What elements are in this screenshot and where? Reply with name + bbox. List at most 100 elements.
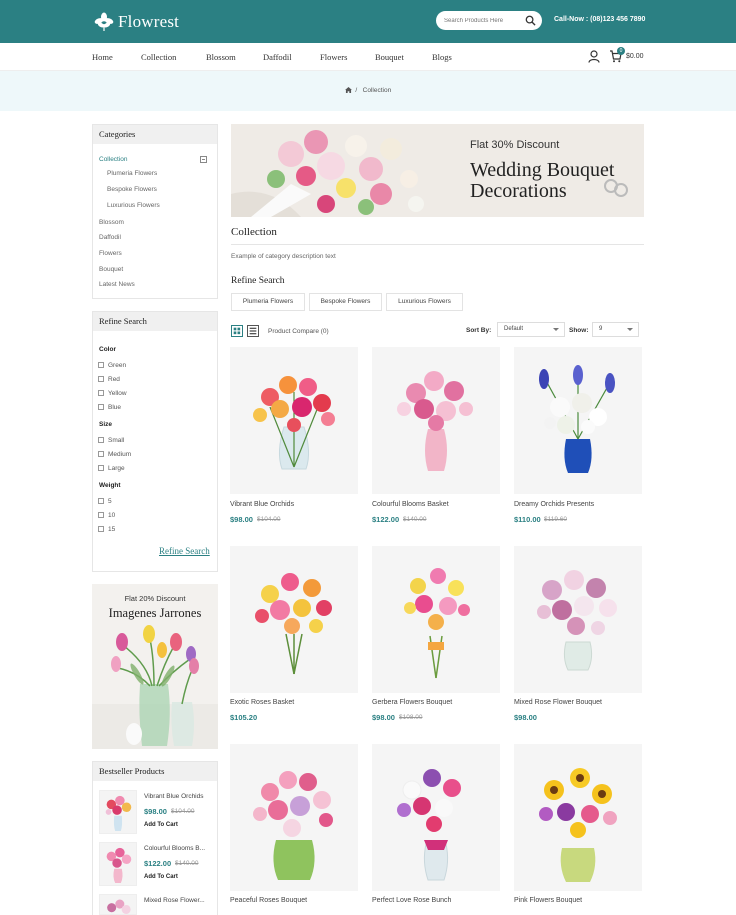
color-label: Color <box>99 346 116 353</box>
filter-weight-10[interactable]: 10 <box>98 512 115 519</box>
bestseller-thumb[interactable] <box>99 894 137 915</box>
checkbox[interactable] <box>98 512 104 518</box>
home-icon[interactable] <box>344 87 352 93</box>
product-name[interactable]: Exotic Roses Basket <box>230 699 294 706</box>
product-image[interactable] <box>372 546 500 693</box>
product-image[interactable] <box>372 347 500 494</box>
nav-flowers[interactable]: Flowers <box>320 52 347 62</box>
filter-medium[interactable]: Medium <box>98 451 131 458</box>
checkbox[interactable] <box>98 526 104 532</box>
category-luxurious[interactable]: Luxurious Flowers <box>107 202 160 209</box>
filter-red[interactable]: Red <box>98 376 120 383</box>
logo[interactable]: Flowrest <box>93 11 179 33</box>
search-icon[interactable] <box>525 15 536 26</box>
checkbox[interactable] <box>98 437 104 443</box>
filter-label: 15 <box>108 526 116 533</box>
breadcrumb-current[interactable]: Collection <box>363 87 392 94</box>
bestseller-thumb[interactable] <box>99 842 137 886</box>
product-image[interactable] <box>514 546 642 693</box>
checkbox[interactable] <box>98 376 104 382</box>
show-value: 9 <box>599 326 603 332</box>
product-image[interactable] <box>230 546 358 693</box>
category-daffodil[interactable]: Daffodil <box>99 234 121 241</box>
breadcrumb: / Collection <box>0 87 736 94</box>
category-flowers[interactable]: Flowers <box>99 250 122 257</box>
category-description: Example of category description text <box>231 253 336 260</box>
product-image[interactable] <box>230 347 358 494</box>
show-select[interactable]: 9 <box>592 322 639 337</box>
product-name[interactable]: Pink Flowers Bouquet <box>514 897 582 904</box>
product-name[interactable]: Colourful Blooms Basket <box>372 501 449 508</box>
banner-title: Wedding Bouquet Decorations <box>470 160 614 202</box>
product-name[interactable]: Mixed Rose Flower Bouquet <box>514 699 602 706</box>
collapse-icon[interactable] <box>200 156 207 163</box>
refine-search-link[interactable]: Refine Search <box>159 546 210 556</box>
filter-green[interactable]: Green <box>98 362 126 369</box>
category-blossom[interactable]: Blossom <box>99 219 124 226</box>
product-price: $98.00 <box>514 713 537 722</box>
page-title: Collection <box>231 226 277 238</box>
product-image[interactable] <box>514 347 642 494</box>
bestseller-name[interactable]: Colourful Blooms B... <box>144 845 216 852</box>
refine-plumeria-button[interactable]: Plumeria Flowers <box>231 293 305 311</box>
product-name[interactable]: Gerbera Flowers Bouquet <box>372 699 452 706</box>
cart-total[interactable]: $0.00 <box>626 53 644 60</box>
add-to-cart-button[interactable]: Add To Cart <box>144 874 178 880</box>
filter-label: 10 <box>108 512 116 519</box>
filter-yellow[interactable]: Yellow <box>98 390 127 397</box>
show-label: Show: <box>569 327 589 334</box>
product-image[interactable] <box>372 744 500 891</box>
product-image[interactable] <box>230 744 358 891</box>
category-banner[interactable]: Flat 30% Discount Wedding Bouquet Decora… <box>231 124 644 217</box>
refine-luxurious-button[interactable]: Luxurious Flowers <box>386 293 463 311</box>
nav-blossom[interactable]: Blossom <box>206 52 236 62</box>
filter-weight-15[interactable]: 15 <box>98 526 115 533</box>
category-plumeria[interactable]: Plumeria Flowers <box>107 170 157 177</box>
checkbox[interactable] <box>98 451 104 457</box>
product-name[interactable]: Peaceful Roses Bouquet <box>230 897 307 904</box>
search-input[interactable] <box>444 14 524 27</box>
filter-large[interactable]: Large <box>98 465 125 472</box>
product-name[interactable]: Vibrant Blue Orchids <box>230 501 294 508</box>
breadcrumb-bar: / Collection <box>0 71 736 111</box>
user-icon[interactable] <box>588 50 600 63</box>
categories-title: Categories <box>93 125 217 144</box>
banner-title-line: Wedding Bouquet <box>470 159 615 181</box>
checkbox[interactable] <box>98 404 104 410</box>
checkbox[interactable] <box>98 390 104 396</box>
bestseller-name[interactable]: Mixed Rose Flower... <box>144 897 216 904</box>
filter-weight-5[interactable]: 5 <box>98 498 112 505</box>
nav-home[interactable]: Home <box>92 52 113 62</box>
nav-collection[interactable]: Collection <box>141 52 176 62</box>
add-to-cart-button[interactable]: Add To Cart <box>144 822 178 828</box>
filter-small[interactable]: Small <box>98 437 124 444</box>
bouquet-image <box>106 847 132 883</box>
checkbox[interactable] <box>98 465 104 471</box>
category-bespoke[interactable]: Bespoke Flowers <box>107 186 157 193</box>
bouquet-image <box>397 371 473 471</box>
category-collection[interactable]: Collection <box>99 156 128 163</box>
refine-bespoke-button[interactable]: Bespoke Flowers <box>309 293 382 311</box>
grid-view-icon[interactable] <box>231 325 243 337</box>
product-price: $105.20 <box>230 713 258 722</box>
promo-banner[interactable]: Flat 20% Discount Imagenes Jarrones <box>92 584 218 749</box>
call-now-text: Call-Now : (08)123 456 7890 <box>554 16 646 23</box>
product-name[interactable]: Perfect Love Rose Bunch <box>372 897 451 904</box>
bestseller-name[interactable]: Vibrant Blue Orchids <box>144 793 216 800</box>
nav-bouquet[interactable]: Bouquet <box>375 52 404 62</box>
nav-daffodil[interactable]: Daffodil <box>263 52 292 62</box>
filter-blue[interactable]: Blue <box>98 404 121 411</box>
product-compare-link[interactable]: Product Compare (0) <box>268 328 329 335</box>
product-image[interactable] <box>514 744 642 891</box>
category-bouquet[interactable]: Bouquet <box>99 266 123 273</box>
sort-select[interactable]: Default <box>497 322 565 337</box>
bouquet-image <box>107 899 131 914</box>
product-name[interactable]: Dreamy Orchids Presents <box>514 501 594 508</box>
list-view-icon[interactable] <box>247 325 259 337</box>
checkbox[interactable] <box>98 498 104 504</box>
chevron-down-icon <box>553 328 559 331</box>
category-latest-news[interactable]: Latest News <box>99 281 135 288</box>
checkbox[interactable] <box>98 362 104 368</box>
bestseller-thumb[interactable] <box>99 790 137 834</box>
nav-blogs[interactable]: Blogs <box>432 52 452 62</box>
